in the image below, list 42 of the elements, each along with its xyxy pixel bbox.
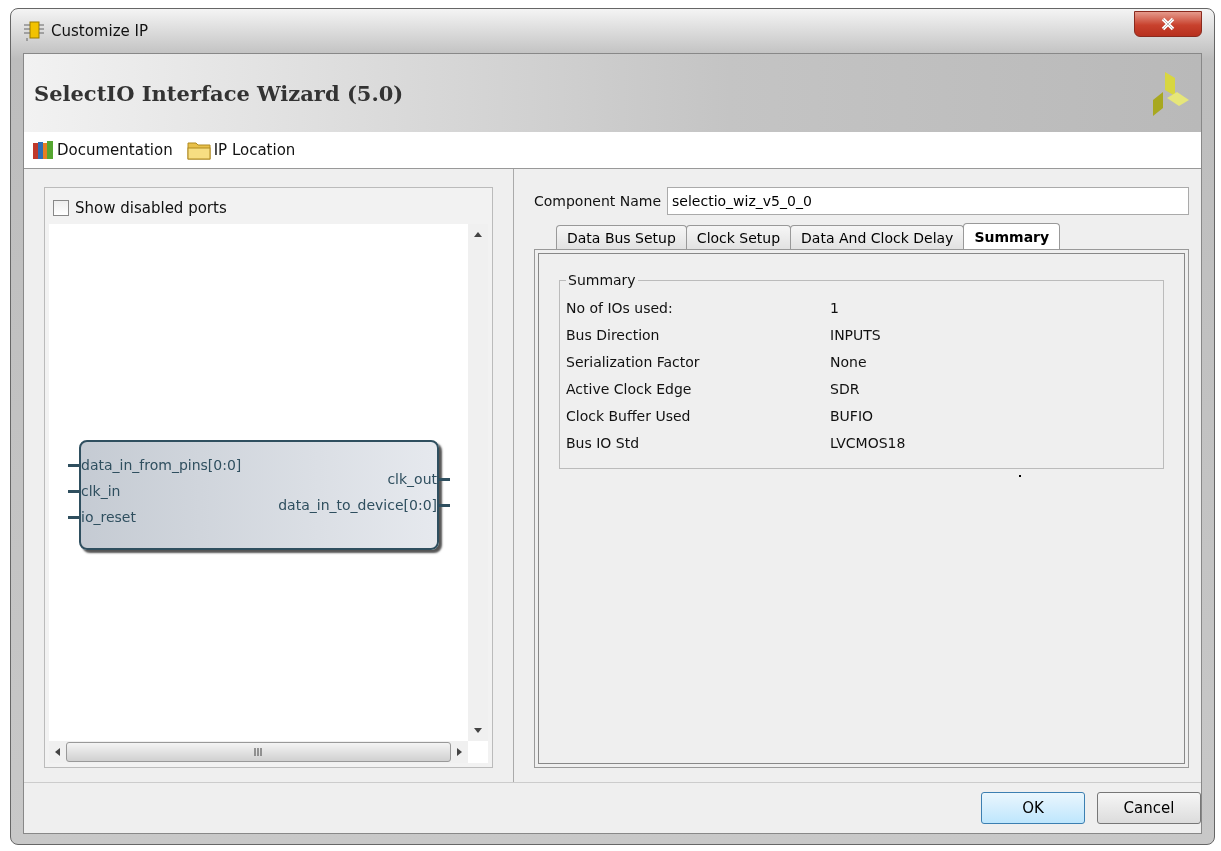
- port-label: io_reset: [81, 508, 136, 527]
- summary-value: 1: [830, 299, 839, 316]
- tab[interactable]: Data And Clock Delay: [790, 225, 965, 249]
- toolbar-button[interactable]: IP Location: [184, 138, 298, 162]
- dialog-button[interactable]: Cancel: [1097, 792, 1201, 824]
- summary-value: INPUTS: [830, 326, 881, 343]
- port-label: data_in_from_pins[0:0]: [81, 456, 242, 475]
- summary-value: BUFIO: [830, 407, 874, 424]
- component-name-field[interactable]: selectio_wiz_v5_0_0: [667, 187, 1189, 215]
- summary-label: Bus IO Std: [566, 434, 641, 451]
- summary-label: No of IOs used:: [566, 299, 674, 316]
- scroll-right-icon[interactable]: [457, 748, 462, 756]
- checkbox[interactable]: [53, 200, 69, 216]
- port-label: clk_out: [387, 470, 437, 489]
- chip-icon: [23, 20, 45, 42]
- port-label: clk_in: [81, 482, 121, 501]
- summary-label: Bus Direction: [566, 326, 661, 343]
- summary-value: LVCMOS18: [830, 434, 906, 451]
- window-title: Customize IP: [51, 22, 148, 40]
- summary-value: None: [830, 353, 867, 370]
- wizard-title: SelectIO Interface Wizard (5.0): [34, 80, 404, 106]
- field-label: Component Name: [534, 193, 662, 209]
- toolbar-button[interactable]: Documentation: [30, 137, 175, 163]
- scrollbar-thumb[interactable]: [66, 742, 451, 762]
- scroll-down-icon[interactable]: [474, 728, 482, 733]
- close-button[interactable]: [1134, 11, 1202, 37]
- group-title: Summary: [567, 272, 637, 288]
- scroll-left-icon[interactable]: [55, 748, 60, 756]
- books-icon: [32, 139, 54, 161]
- port-label: data_in_to_device[0:0]: [278, 496, 437, 515]
- tab[interactable]: Clock Setup: [685, 225, 792, 249]
- checkbox-label: Show disabled ports: [75, 199, 227, 217]
- summary-label: Active Clock Edge: [566, 380, 693, 397]
- dialog-button[interactable]: OK: [981, 792, 1085, 824]
- tab[interactable]: Summary: [963, 223, 1061, 249]
- summary-value: SDR: [830, 380, 860, 397]
- tab[interactable]: Data Bus Setup: [556, 225, 687, 249]
- scroll-up-icon[interactable]: [474, 232, 482, 237]
- summary-label: Clock Buffer Used: [566, 407, 692, 424]
- folder-icon: [186, 140, 211, 160]
- close-icon: [1160, 17, 1176, 31]
- summary-label: Serialization Factor: [566, 353, 701, 370]
